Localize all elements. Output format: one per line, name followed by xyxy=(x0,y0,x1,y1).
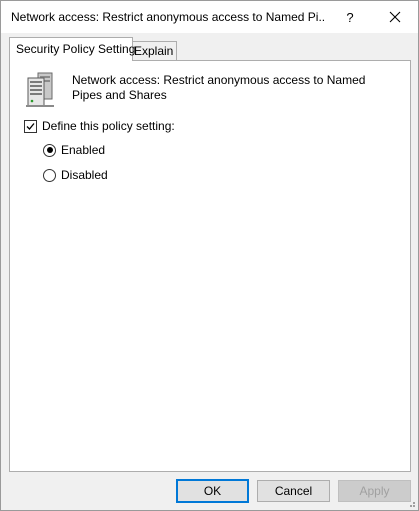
ok-button[interactable]: OK xyxy=(176,479,249,503)
close-button[interactable] xyxy=(372,1,418,33)
close-icon xyxy=(389,11,401,23)
policy-properties-dialog: Network access: Restrict anonymous acces… xyxy=(0,0,419,511)
cancel-button[interactable]: Cancel xyxy=(257,480,330,502)
help-icon: ? xyxy=(346,9,354,25)
define-policy-label: Define this policy setting: xyxy=(42,119,175,133)
disabled-option[interactable]: Disabled xyxy=(43,168,108,182)
radio-selected-dot xyxy=(46,147,53,153)
define-policy-checkbox[interactable] xyxy=(24,119,37,133)
server-policy-icon xyxy=(26,72,54,107)
tab-panel: Network access: Restrict anonymous acces… xyxy=(9,60,411,472)
apply-button[interactable]: Apply xyxy=(338,480,411,502)
help-button[interactable]: ? xyxy=(327,1,373,33)
resize-grip-icon[interactable] xyxy=(406,498,416,508)
tab-security-policy-setting[interactable]: Security Policy Setting xyxy=(9,37,135,61)
enabled-label: Enabled xyxy=(61,143,106,157)
window-title: Network access: Restrict anonymous acces… xyxy=(11,10,326,24)
checkmark-icon xyxy=(26,122,35,130)
disabled-label: Disabled xyxy=(61,168,108,182)
policy-description: Network access: Restrict anonymous acces… xyxy=(72,73,366,102)
title-bar[interactable]: Network access: Restrict anonymous acces… xyxy=(1,1,418,33)
enabled-radio[interactable] xyxy=(43,143,56,157)
define-policy-checkbox-row[interactable]: Define this policy setting: xyxy=(24,119,175,133)
enabled-option[interactable]: Enabled xyxy=(43,143,105,157)
disabled-radio[interactable] xyxy=(43,168,56,182)
